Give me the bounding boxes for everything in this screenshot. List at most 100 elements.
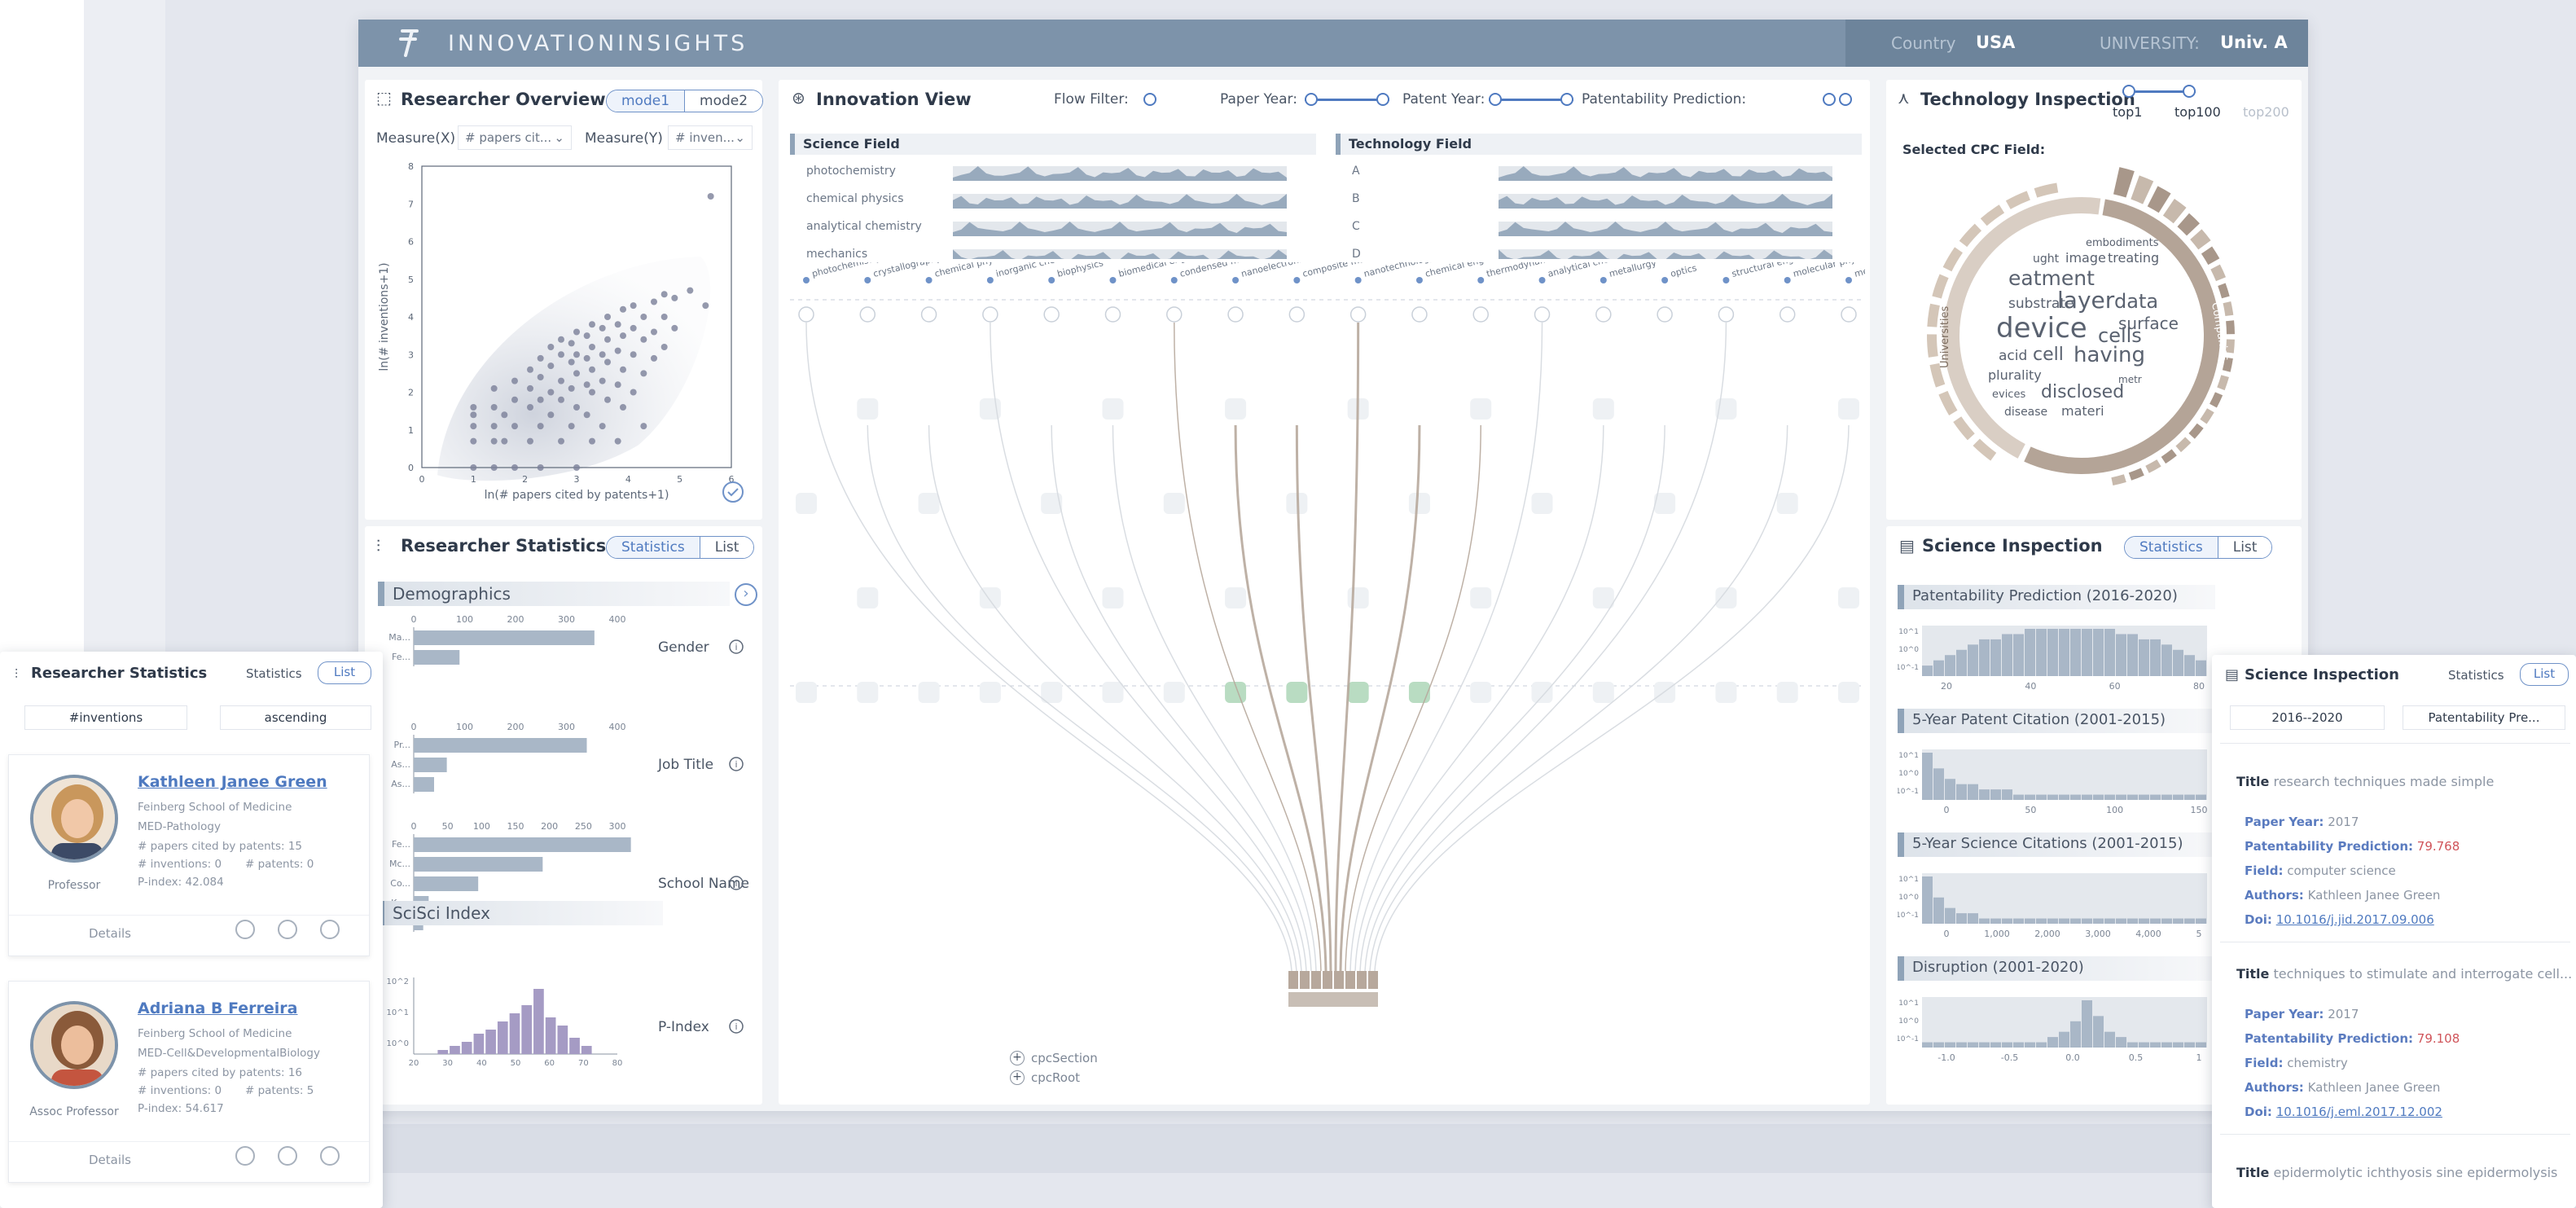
patent-icon[interactable] — [278, 1146, 297, 1166]
slider-knob-start[interactable] — [2122, 85, 2135, 98]
data-point — [573, 328, 580, 336]
histogram-bar — [509, 1013, 520, 1054]
researcher-card[interactable]: Adriana B Ferreira Feinberg School of Me… — [8, 981, 370, 1183]
tab-statistics[interactable]: Statistics — [2448, 668, 2504, 683]
histogram-bar — [2036, 794, 2047, 800]
x-tick-label: 80 — [2193, 681, 2205, 692]
slider-knob-start[interactable] — [1489, 93, 1502, 106]
word-cloud-term: acid — [1999, 348, 2027, 364]
top200-label[interactable]: top200 — [2243, 104, 2289, 120]
topic-dot — [1538, 277, 1546, 283]
tab-list[interactable]: List — [318, 661, 371, 684]
background-shadow — [358, 1124, 2476, 1173]
tab-statistics[interactable]: Statistics — [607, 537, 700, 558]
patentability-slider[interactable] — [1823, 93, 1852, 106]
researcher-school: Feinberg School of Medicine — [138, 1027, 292, 1040]
patent-year-slider[interactable] — [1489, 93, 1573, 106]
paper-year-slider[interactable] — [1305, 93, 1389, 106]
measure-y-select[interactable]: # inven... ⌄ — [668, 125, 753, 150]
data-point — [604, 314, 611, 320]
person-portrait — [33, 778, 115, 859]
histogram-bar — [2013, 1042, 2024, 1048]
researcher-name-link[interactable]: Kathleen Janee Green — [138, 773, 327, 791]
paper-icon[interactable] — [320, 1146, 340, 1166]
flow-node — [1041, 493, 1063, 514]
measure-x-select[interactable]: # papers cit... ⌄ — [458, 125, 572, 150]
innovation-flow-diagram[interactable]: photochemistrycrystallographychemical ph… — [790, 262, 1865, 1101]
details-button[interactable]: Details — [89, 1153, 131, 1167]
statistics-tabs: Statistics List — [606, 536, 755, 559]
histogram-bar — [2150, 639, 2161, 676]
data-point — [620, 366, 626, 373]
x-tick-label: 150 — [2191, 805, 2208, 815]
stat-section-header: 5-Year Patent Citation (2001-2015) — [1898, 709, 2215, 733]
topic-dot — [1048, 277, 1055, 283]
mode2-button[interactable]: mode2 — [684, 90, 763, 112]
topic-dot — [1477, 277, 1485, 283]
tab-statistics[interactable]: Statistics — [246, 666, 302, 681]
info-icon-glyph: i — [735, 1021, 737, 1032]
tab-list[interactable]: List — [2520, 663, 2569, 686]
histogram-bar — [2173, 1042, 2183, 1048]
topic-node — [1779, 306, 1796, 323]
paper-title-row[interactable]: Title techniques to stimulate and interr… — [2236, 966, 2572, 982]
user-icon[interactable] — [235, 920, 255, 939]
card-divider — [9, 915, 369, 916]
y-tick-label: 6 — [408, 237, 414, 248]
university-selector[interactable]: Univ. A — [2220, 33, 2288, 52]
data-point — [527, 366, 533, 373]
top1-label[interactable]: top1 — [2113, 104, 2142, 120]
top100-label[interactable]: top100 — [2174, 104, 2221, 120]
researcher-name-link[interactable]: Adriana B Ferreira — [138, 999, 298, 1017]
details-button[interactable]: Details — [89, 926, 131, 941]
doi-link[interactable]: 10.1016/j.eml.2017.12.002 — [2276, 1105, 2442, 1119]
data-point — [702, 302, 709, 310]
paper-icon[interactable] — [320, 920, 340, 939]
doi-link[interactable]: 10.1016/j.jid.2017.09.006 — [2276, 912, 2434, 927]
user-icon[interactable] — [235, 1146, 255, 1166]
word-cloud-term: cell — [2033, 345, 2064, 365]
tab-list[interactable]: List — [699, 537, 754, 558]
topic-node — [1472, 306, 1489, 323]
paper-title-row[interactable]: Title research techniques made simple — [2236, 774, 2494, 789]
collapse-icon[interactable]: › — [735, 583, 757, 606]
flow-filter-slider[interactable] — [1143, 93, 1160, 106]
cpc-root-block — [1288, 992, 1378, 1007]
slider-knob-end[interactable] — [1560, 93, 1573, 106]
slider-knob-end[interactable] — [2183, 85, 2196, 98]
field-ridgelines[interactable]: photochemistry chemical physics analytical… — [790, 161, 1865, 259]
slider-knob-start[interactable] — [1305, 93, 1318, 106]
sort-by-value: Patentability Pre... — [2428, 710, 2540, 725]
scatter-plot[interactable]: 0 1 2 3 4 5 6012345678ln(# papers cited by pat… — [373, 158, 756, 516]
slider-knob[interactable] — [1143, 93, 1156, 106]
cpc-bar — [2145, 459, 2161, 473]
prediction-label: Patentability Prediction: — [2245, 1031, 2413, 1046]
mode1-button[interactable]: mode1 — [607, 90, 685, 112]
tab-list[interactable]: List — [2217, 537, 2272, 558]
researcher-card[interactable]: Kathleen Janee Green Feinberg School of … — [8, 754, 370, 956]
slider-knob-start[interactable] — [1823, 93, 1836, 106]
stat-section-header: 5-Year Science Citations (2001-2015) — [1898, 832, 2215, 857]
researcher-statistics-panel: ⫶ Researcher Statistics Statistics List … — [365, 526, 762, 1105]
cpc-ring-chart[interactable]: CompaniesUniversitiesembodimentsught imag… — [1902, 165, 2293, 515]
sort-order-select[interactable]: ascending — [220, 705, 371, 730]
y-tick-label: 10^1 — [1898, 752, 1919, 760]
top-n-slider[interactable] — [2122, 85, 2196, 98]
flow-node — [918, 493, 940, 514]
x-tick-label: -1.0 — [1937, 1052, 1955, 1063]
patent-icon[interactable] — [278, 920, 297, 939]
slider-knob-end[interactable] — [1839, 93, 1852, 106]
technology-field-label: Technology Field — [1349, 136, 1472, 152]
sort-by-select[interactable]: Patentability Pre... — [2403, 705, 2565, 730]
data-point — [573, 351, 580, 358]
topic-dot — [925, 277, 933, 283]
x-tick-label: 0 — [411, 722, 417, 732]
sort-field-select[interactable]: #inventions — [24, 705, 187, 730]
paper-title-row[interactable]: Title epidermolytic ichthyosis sine epid… — [2236, 1165, 2557, 1180]
country-selector[interactable]: USA — [1976, 33, 2015, 52]
tab-statistics[interactable]: Statistics — [2125, 537, 2218, 558]
slider-knob-end[interactable] — [1376, 93, 1389, 106]
x-tick-label: -0.5 — [2001, 1052, 2018, 1063]
flow-node — [1163, 493, 1185, 514]
year-range-select[interactable]: 2016--2020 — [2230, 705, 2385, 730]
